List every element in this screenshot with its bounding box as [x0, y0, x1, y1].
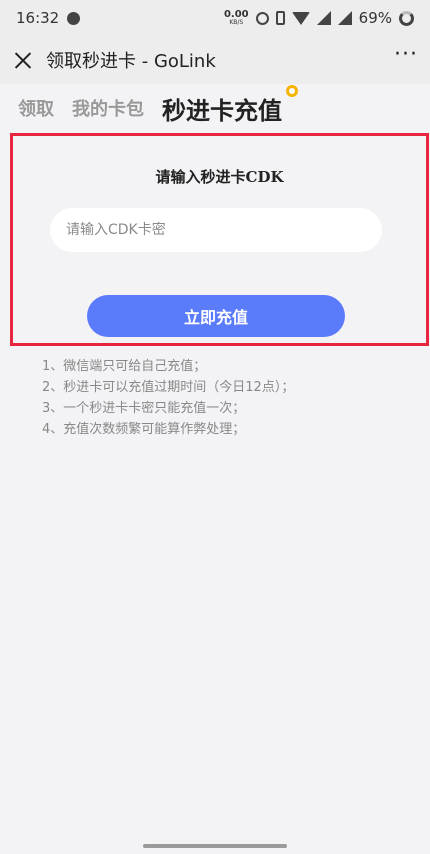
- battery-charging-icon: [399, 10, 414, 26]
- battery-level: 69%: [358, 9, 392, 27]
- tab-recharge[interactable]: 秒进卡充值: [162, 84, 298, 126]
- tab-my-cards[interactable]: 我的卡包: [72, 95, 144, 121]
- page-title: 领取秒进卡 - GoLink: [46, 51, 216, 72]
- list-item: 3、一个秒进卡卡密只能充值一次；: [42, 401, 246, 416]
- home-indicator[interactable]: [143, 844, 287, 848]
- title-bar: 领取秒进卡 - GoLink ···: [0, 36, 430, 84]
- tab-bar: 领取 我的卡包 秒进卡充值: [0, 84, 430, 132]
- cdk-input[interactable]: [50, 208, 382, 252]
- list-item: 2、秒进卡可以充值过期时间（今日12点）；: [42, 380, 295, 395]
- signal-icon-2: [337, 11, 352, 25]
- tab-indicator-dot-icon: [286, 84, 298, 97]
- close-icon[interactable]: [12, 49, 34, 71]
- network-speed-unit: KB/S: [229, 19, 244, 26]
- tab-recharge-label: 秒进卡充值: [162, 96, 282, 125]
- card-title: 请输入秒进卡CDK: [155, 168, 284, 186]
- signal-icon: [316, 11, 331, 25]
- list-item: 4、充值次数频繁可能算作弊处理；: [42, 422, 246, 437]
- tab-claim[interactable]: 领取: [18, 95, 54, 121]
- status-icons: 0.00 KB/S 69%: [224, 9, 414, 27]
- wifi-icon: [291, 11, 310, 25]
- recharge-card: 请输入秒进卡CDK 立即充值: [10, 133, 429, 346]
- status-bar: 16:32 0.00 KB/S 69%: [0, 0, 430, 36]
- list-item: 1、微信端只可给自己充值；: [42, 359, 207, 374]
- message-notification-icon: [67, 11, 81, 25]
- vibrate-icon: [275, 11, 285, 25]
- alarm-icon: [255, 11, 269, 25]
- status-time: 16:32: [16, 9, 60, 27]
- more-icon[interactable]: ···: [394, 44, 418, 76]
- recharge-button[interactable]: 立即充值: [87, 295, 345, 337]
- network-speed: 0.00 KB/S: [224, 10, 249, 26]
- notes-list: 1、微信端只可给自己充值； 2、秒进卡可以充值过期时间（今日12点）； 3、一个…: [42, 356, 294, 440]
